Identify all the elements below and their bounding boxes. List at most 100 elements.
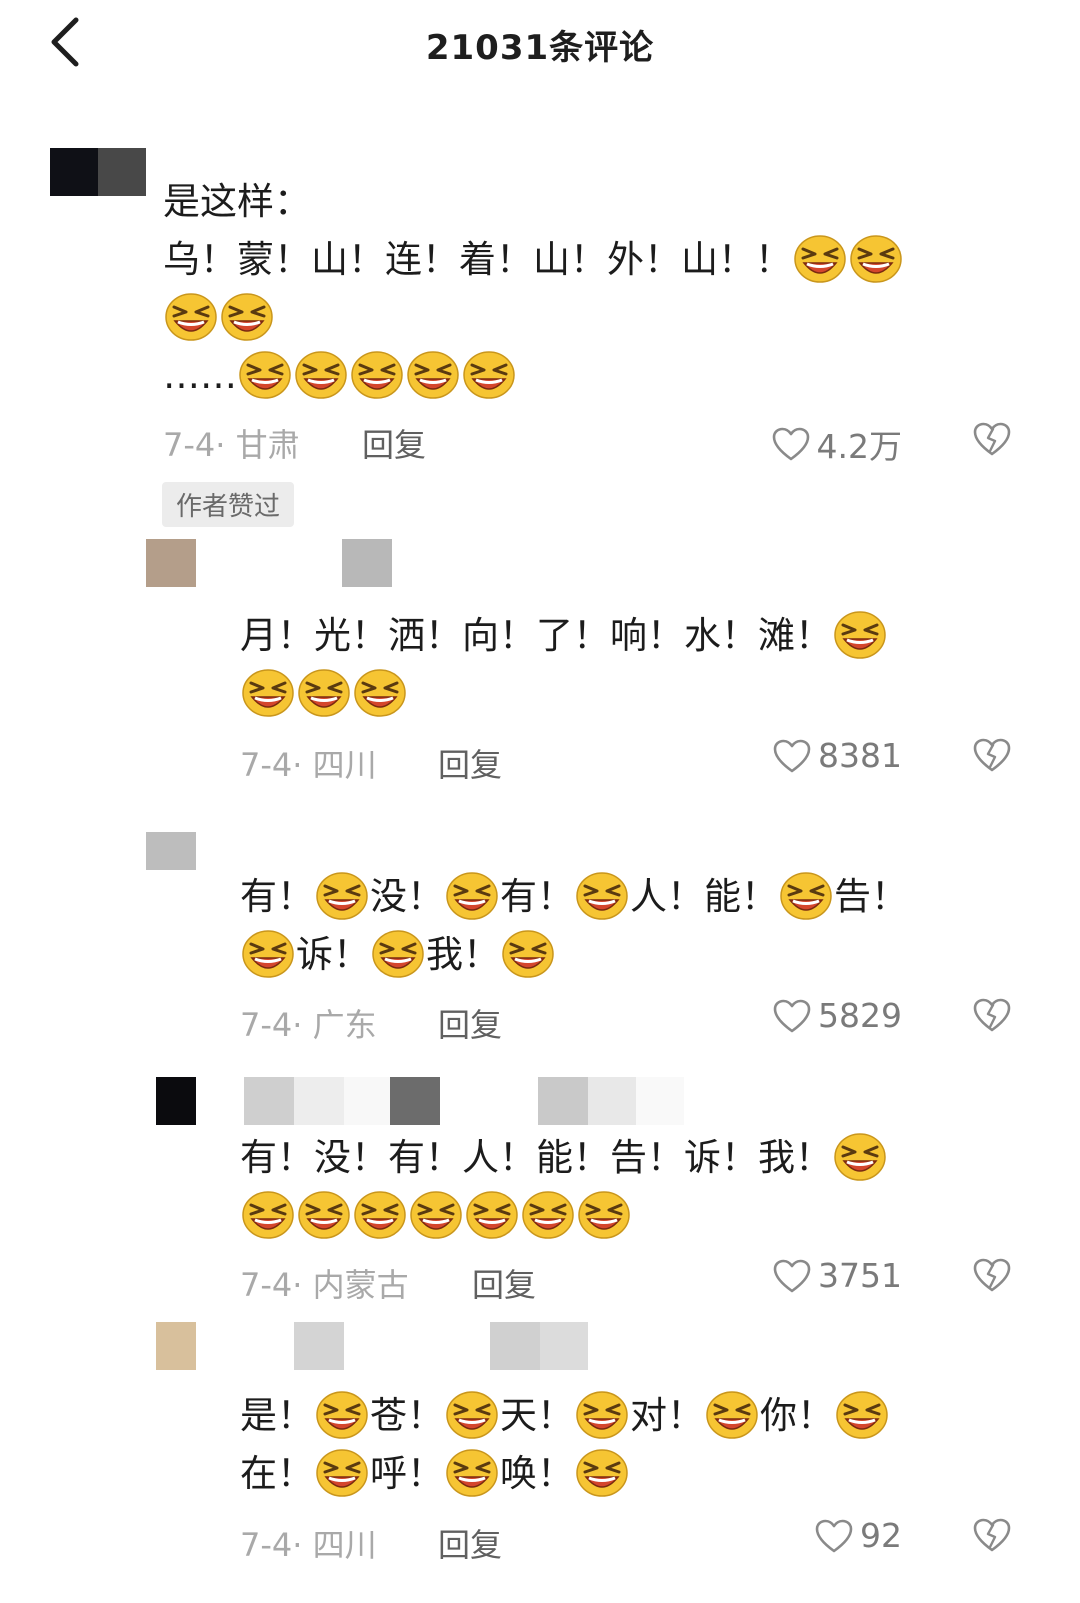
username-blurred (588, 1077, 636, 1125)
reply-button[interactable]: 回复 (438, 1000, 502, 1046)
comment-text-line: 是这样： (163, 173, 311, 231)
grinning-squint-emoji-icon (574, 870, 630, 922)
comment-text: 着！ (459, 238, 533, 281)
grinning-squint-emoji-icon (237, 349, 293, 401)
like-button[interactable]: 92 (814, 1516, 902, 1555)
comment-date: 7-4 (163, 426, 216, 464)
comment-text: 响！ (610, 614, 684, 657)
like-button[interactable]: 3751 (772, 1256, 902, 1295)
comment-text: 了！ (536, 614, 610, 657)
dislike-button[interactable] (972, 420, 1012, 458)
grinning-squint-emoji-icon (163, 291, 219, 343)
like-button[interactable]: 4.2万 (771, 420, 902, 468)
reply-button[interactable]: 回复 (362, 420, 426, 466)
username-blurred (294, 1077, 344, 1125)
grinning-squint-emoji-icon (293, 349, 349, 401)
author-liked-badge: 作者赞过 (162, 482, 295, 527)
page-title: 21031条评论 (425, 28, 655, 68)
username-blurred[interactable] (342, 539, 392, 587)
comment-date: 7-4 (240, 1266, 293, 1304)
avatar[interactable] (146, 832, 196, 870)
comment-text: 有！ (388, 1136, 462, 1179)
comment-text: 你！ (760, 1394, 834, 1437)
grinning-squint-emoji-icon (219, 291, 275, 343)
comment-text: 我！ (426, 933, 500, 976)
username-blurred (390, 1077, 440, 1125)
comment-text: 在！ (240, 1452, 314, 1495)
broken-heart-icon (972, 738, 1012, 778)
grinning-squint-emoji-icon (500, 928, 556, 980)
grinning-squint-emoji-icon (834, 1389, 890, 1441)
grinning-squint-emoji-icon (296, 667, 352, 719)
comment-text: 光！ (314, 614, 388, 657)
comment-text: 是！ (240, 1394, 314, 1437)
grinning-squint-emoji-icon (848, 233, 904, 285)
comment-text: 滩！ (758, 614, 832, 657)
dislike-button[interactable] (972, 1256, 1012, 1294)
comment-text-line: 月！光！洒！向！了！响！水！滩！ (240, 607, 888, 665)
comment-text: 告！ (610, 1136, 684, 1179)
reply-button[interactable]: 回复 (472, 1260, 536, 1306)
grinning-squint-emoji-icon (240, 928, 296, 980)
comment-text: 没！ (314, 1136, 388, 1179)
meta-separator: · (215, 426, 236, 464)
like-count: 92 (860, 1516, 902, 1555)
comment-text: 有！ (500, 875, 574, 918)
comment-text-line: 有！没！有！人！能！告！诉！我！ (240, 1129, 888, 1187)
comment-text: 人！ (462, 1136, 536, 1179)
grinning-squint-emoji-icon (520, 1189, 576, 1241)
comment-text: 没！ (370, 875, 444, 918)
dislike-button[interactable] (972, 1516, 1012, 1554)
grinning-squint-emoji-icon (405, 349, 461, 401)
comment-text: 水！ (684, 614, 758, 657)
like-button[interactable]: 5829 (772, 996, 902, 1035)
grinning-squint-emoji-icon (349, 349, 405, 401)
grinning-squint-emoji-icon (832, 1131, 888, 1183)
comment-text: 山！ (681, 238, 755, 281)
comment-text: 连！ (385, 238, 459, 281)
comment-text: ！ (755, 238, 792, 281)
comment-location: 广东 (312, 1006, 377, 1044)
grinning-squint-emoji-icon (352, 667, 408, 719)
comment-location: 四川 (312, 746, 377, 784)
comment-meta: 7-4· 四川 (240, 1520, 377, 1566)
comment-text: 向！ (462, 614, 536, 657)
grinning-squint-emoji-icon (574, 1389, 630, 1441)
comment-text-line (240, 665, 408, 723)
dislike-button[interactable] (972, 996, 1012, 1034)
comment-text-line (240, 1187, 632, 1245)
reply-button[interactable]: 回复 (438, 740, 502, 786)
avatar[interactable] (156, 1322, 196, 1370)
broken-heart-icon (972, 1518, 1012, 1558)
comment-meta: 7-4· 甘肃 (163, 420, 300, 466)
meta-separator: · (292, 1006, 313, 1044)
grinning-squint-emoji-icon (464, 1189, 520, 1241)
avatar[interactable] (50, 148, 98, 196)
username-blurred[interactable] (244, 1077, 294, 1125)
like-count: 4.2万 (816, 427, 902, 466)
broken-heart-icon (972, 1258, 1012, 1298)
grinning-squint-emoji-icon (296, 1189, 352, 1241)
comment-location: 四川 (312, 1526, 377, 1564)
username-blurred[interactable] (98, 148, 146, 196)
heart-outline-icon (771, 426, 811, 462)
username-blurred[interactable] (294, 1322, 344, 1370)
grinning-squint-emoji-icon (792, 233, 848, 285)
grinning-squint-emoji-icon (314, 1389, 370, 1441)
meta-separator: · (292, 1266, 313, 1304)
like-button[interactable]: 8381 (772, 736, 902, 775)
grinning-squint-emoji-icon (461, 349, 517, 401)
broken-heart-icon (972, 998, 1012, 1038)
grinning-squint-emoji-icon (576, 1189, 632, 1241)
reply-button[interactable]: 回复 (438, 1520, 502, 1566)
comment-text-line: 有！ 没！ 有！ 人！能！ 告！ (240, 868, 908, 926)
comment-text: 蒙！ (237, 238, 311, 281)
avatar[interactable] (156, 1077, 196, 1125)
comment-text: 有！ (240, 875, 314, 918)
meta-separator: · (292, 1526, 313, 1564)
comment-text: 洒！ (388, 614, 462, 657)
username-blurred (344, 1077, 390, 1125)
dislike-button[interactable] (972, 736, 1012, 774)
avatar[interactable] (146, 539, 196, 587)
like-count: 5829 (818, 996, 902, 1035)
